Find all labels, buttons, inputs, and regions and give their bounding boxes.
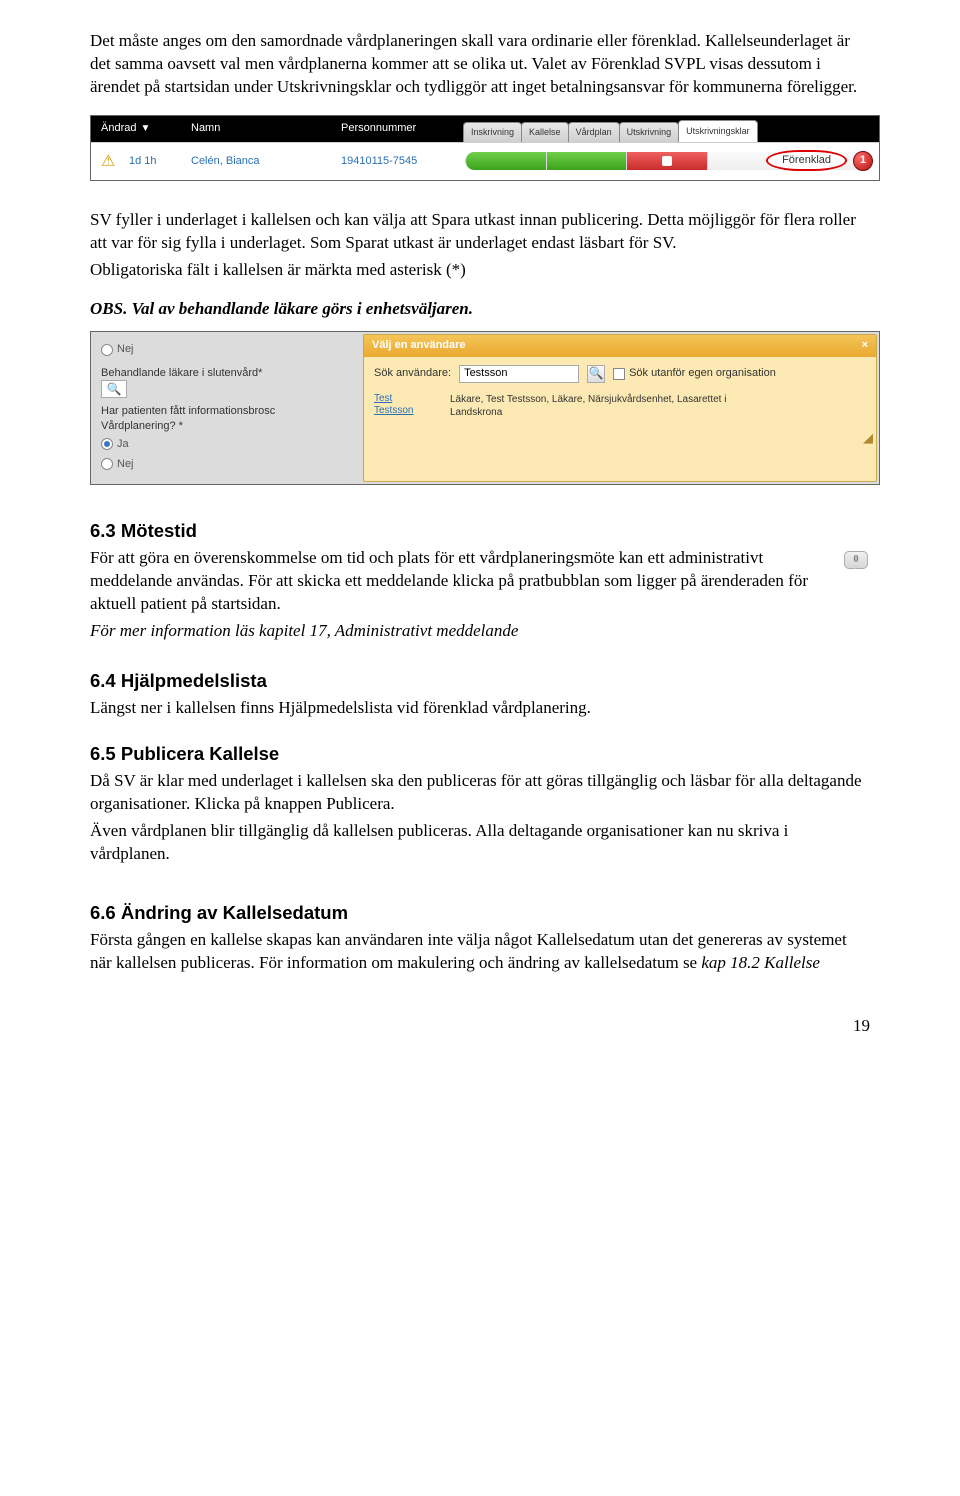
cell-andrad: 1d 1h (119, 154, 181, 169)
col-header-namn[interactable]: Namn (181, 121, 331, 136)
search-label: Sök användare: (374, 366, 451, 381)
radio-ja[interactable]: Ja (101, 434, 351, 454)
col-header-personnummer[interactable]: Personnummer (331, 121, 461, 136)
panel-header: Välj en användare × (364, 335, 876, 357)
s65-paragraph-1: Då SV är klar med underlaget i kallelsen… (90, 770, 870, 816)
radio-icon (101, 458, 113, 470)
mid-paragraph-1: SV fyller i underlaget i kallelsen och k… (90, 209, 870, 255)
s64-paragraph: Längst ner i kallelsen finns Hjälpmedels… (90, 697, 870, 720)
external-search-label: Sök utanför egen organisation (629, 366, 776, 381)
table-header: Ändrad ▼ Namn Personnummer Inskrivning K… (91, 116, 879, 142)
tab-utskrivning[interactable]: Utskrivning (619, 122, 680, 142)
tab-vardplan[interactable]: Vårdplan (568, 122, 620, 142)
result-description: Läkare, Test Testsson, Läkare, Närsjukvå… (450, 393, 726, 419)
stop-icon (662, 156, 672, 166)
s66-paragraph: Första gången en kallelse skapas kan anv… (90, 929, 870, 975)
heading-6-3: 6.3 Mötestid (90, 519, 870, 544)
screenshot-patient-row: Ändrad ▼ Namn Personnummer Inskrivning K… (90, 115, 880, 181)
tab-kallelse[interactable]: Kallelse (521, 122, 569, 142)
table-row[interactable]: ⚠ 1d 1h Celén, Bianca 19410115-7545 Före… (91, 142, 879, 180)
label-behandlande-lakare: Behandlande läkare i slutenvård* (101, 366, 351, 381)
s65-paragraph-2: Även vårdplanen blir tillgänglig då kall… (90, 820, 870, 866)
status-kallelse-pill[interactable] (547, 152, 628, 170)
result-link[interactable]: Test Testsson (374, 393, 432, 419)
search-input[interactable]: Testsson (459, 365, 579, 383)
s63-crossref: För mer information läs kapitel 17, Admi… (90, 620, 834, 643)
forenklad-highlight: Förenklad (766, 150, 847, 171)
warning-icon: ⚠ (91, 151, 119, 173)
panel-title: Välj en användare (372, 338, 466, 353)
status-inskrivning-pill[interactable] (465, 152, 547, 170)
heading-6-6: 6.6 Ändring av Kallelsedatum (90, 901, 870, 926)
page-number: 19 (90, 1015, 870, 1038)
radio-icon (101, 438, 113, 450)
col-header-andrad[interactable]: Ändrad ▼ (91, 121, 181, 136)
tab-utskrivningsklar[interactable]: Utskrivningsklar (678, 120, 758, 142)
form-left-panel: Nej Behandlande läkare i slutenvård* 🔍 H… (91, 332, 361, 485)
s63-paragraph: För att göra en överenskommelse om tid o… (90, 547, 834, 616)
status-tabs: Inskrivning Kallelse Vårdplan Utskrivnin… (461, 116, 879, 142)
user-chooser-panel: Välj en användare × Sök användare: Tests… (363, 334, 877, 483)
close-icon[interactable]: × (862, 338, 868, 353)
status-vardplan-pill[interactable] (627, 152, 708, 170)
heading-6-4: 6.4 Hjälpmedelslista (90, 669, 870, 694)
cell-personnummer: 19410115-7545 (331, 154, 461, 169)
search-doctor-button[interactable]: 🔍 (101, 380, 127, 398)
radio-nej-top[interactable]: Nej (101, 340, 351, 360)
heading-6-5: 6.5 Publicera Kallelse (90, 742, 870, 767)
sort-arrow-icon: ▼ (140, 122, 150, 136)
intro-paragraph: Det måste anges om den samordnade vårdpl… (90, 30, 870, 99)
search-result-row[interactable]: Test Testsson Läkare, Test Testsson, Läk… (374, 393, 866, 419)
radio-icon (101, 344, 113, 356)
notification-badge[interactable]: 1 (853, 151, 873, 171)
screenshot-user-chooser: Nej Behandlande läkare i slutenvård* 🔍 H… (90, 331, 880, 486)
mid-paragraph-2: Obligatoriska fält i kallelsen är märkta… (90, 259, 870, 282)
external-search-checkbox[interactable] (613, 368, 625, 380)
obs-note: OBS. Val av behandlande läkare görs i en… (90, 298, 870, 321)
tab-inskrivning[interactable]: Inskrivning (463, 122, 522, 142)
cell-namn[interactable]: Celén, Bianca (181, 154, 331, 169)
radio-nej-bottom[interactable]: Nej (101, 454, 351, 474)
search-button[interactable]: 🔍 (587, 365, 605, 383)
label-informationsbroschyr-a: Har patienten fått informationsbrosc (101, 404, 351, 419)
resize-handle-icon[interactable]: ◢ (364, 433, 876, 447)
speech-bubble-icon[interactable]: 0 (844, 551, 870, 577)
label-informationsbroschyr-b: Vårdplanering? * (101, 419, 351, 434)
